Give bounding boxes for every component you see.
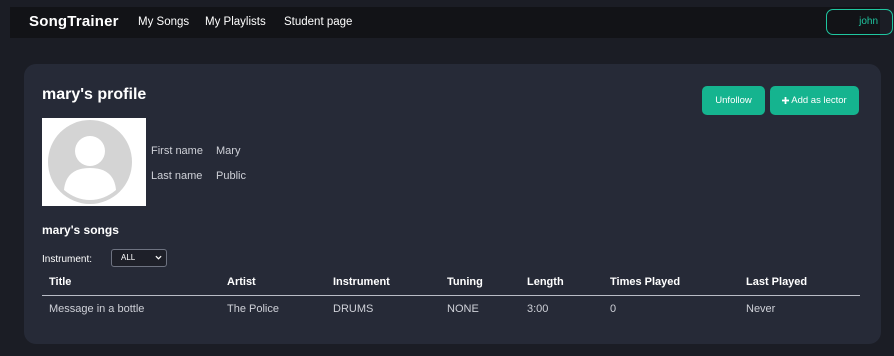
column-header-tuning: Tuning — [447, 276, 483, 288]
profile-title: mary's profile — [42, 86, 147, 103]
cell-artist: The Police — [227, 303, 279, 315]
table-header-divider — [42, 295, 860, 296]
cell-length: 3:00 — [527, 303, 549, 315]
last-name-label: Last name — [151, 170, 203, 182]
user-menu-button[interactable]: john — [826, 9, 893, 35]
songs-section-title: mary's songs — [42, 223, 119, 237]
cell-times-played: 0 — [610, 303, 617, 315]
nav-link-student-page[interactable]: Student page — [284, 16, 352, 28]
cell-last-played: Never — [746, 303, 776, 315]
last-name-value: Public — [216, 170, 246, 182]
default-avatar-icon — [48, 120, 132, 204]
column-header-last-played: Last Played — [746, 276, 808, 288]
instrument-select[interactable]: ALL — [111, 249, 167, 267]
column-header-title: Title — [49, 276, 72, 288]
add-as-lector-button[interactable]: Add as lector — [770, 86, 859, 115]
avatar — [42, 118, 146, 206]
cell-instrument: DRUMS — [333, 303, 374, 315]
instrument-filter-label: Instrument: — [42, 254, 93, 265]
instrument-select-value: ALL — [121, 253, 136, 262]
nav-link-my-songs[interactable]: My Songs — [138, 16, 189, 28]
navbar: SongTrainer My Songs My Playlists Studen… — [10, 7, 893, 38]
unfollow-button-label: Unfollow — [715, 95, 752, 106]
first-name-value: Mary — [216, 145, 241, 157]
profile-card: mary's profile Unfollow Add as lector Fi… — [24, 64, 881, 344]
brand-logo[interactable]: SongTrainer — [29, 13, 119, 30]
add-as-lector-label: Add as lector — [791, 95, 847, 106]
first-name-label: First name — [151, 145, 203, 157]
plus-icon — [782, 96, 790, 104]
chevron-down-icon — [155, 255, 162, 260]
nav-link-my-playlists[interactable]: My Playlists — [205, 16, 266, 28]
column-header-artist: Artist — [227, 276, 256, 288]
unfollow-button[interactable]: Unfollow — [702, 86, 765, 115]
column-header-instrument: Instrument — [333, 276, 390, 288]
column-header-times-played: Times Played — [610, 276, 681, 288]
cell-tuning: NONE — [447, 303, 479, 315]
column-header-length: Length — [527, 276, 564, 288]
cell-title[interactable]: Message in a bottle — [49, 303, 144, 315]
